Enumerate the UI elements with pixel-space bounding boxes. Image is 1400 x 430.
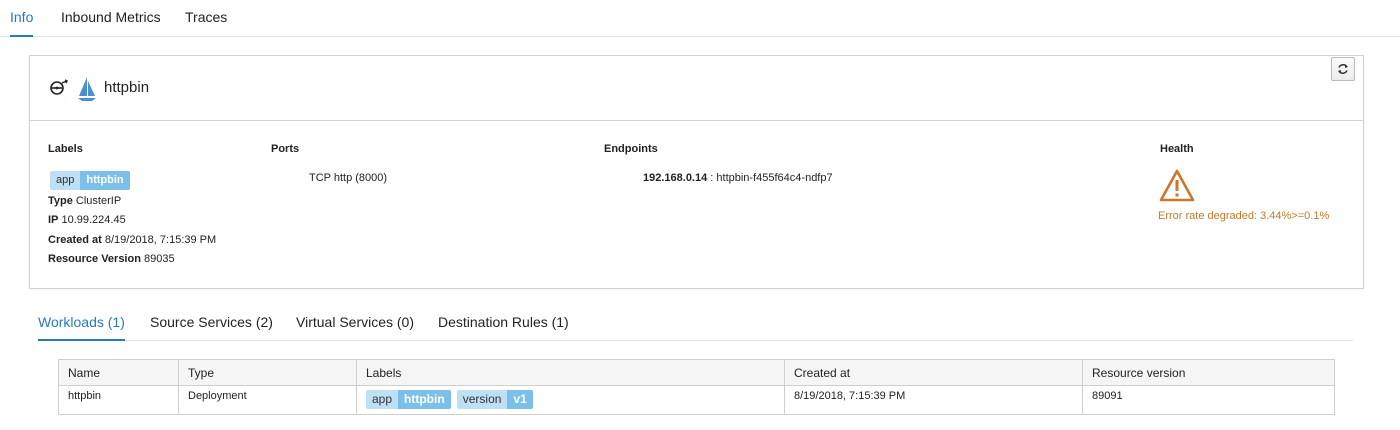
endpoint-entry: 192.168.0.14 : httpbin-f455f64c4-ndfp7 — [643, 172, 833, 184]
ip-detail: IP 10.99.224.45 — [48, 214, 126, 226]
header-resource-version[interactable]: Resource version — [1083, 360, 1335, 385]
card-header: httpbin — [30, 56, 1363, 121]
label-key: app — [366, 390, 399, 409]
label-value: v1 — [507, 390, 533, 409]
label-value: httpbin — [80, 171, 130, 190]
label-key: app — [50, 171, 81, 190]
refresh-icon — [1338, 64, 1348, 74]
detail-tab-bar: Workloads (1) Source Services (2) Virtua… — [38, 303, 1353, 341]
workload-resource-version: 89091 — [1092, 390, 1123, 402]
created-value: 8/19/2018, 7:15:39 PM — [104, 234, 217, 246]
tab-source-services[interactable]: Source Services (2) — [150, 303, 273, 341]
workload-created-at: 8/19/2018, 7:15:39 PM — [785, 386, 1083, 415]
refresh-button[interactable] — [1331, 57, 1355, 81]
workloads-table: Name Type Labels Created at Resource ver… — [58, 359, 1335, 415]
created-label: Created at — [48, 234, 102, 246]
ip-label: IP — [48, 214, 59, 226]
label-key: version — [456, 390, 508, 409]
endpoint-name: : httpbin-f455f64c4-ndfp7 — [707, 172, 833, 184]
port-entry: TCP http (8000) — [309, 172, 388, 184]
resource-version-detail: Resource Version 89035 — [48, 253, 175, 265]
workload-type: Deployment — [179, 386, 357, 415]
tab-info[interactable]: Info — [10, 0, 34, 37]
labels-heading: Labels — [48, 143, 83, 155]
type-detail: Type ClusterIP — [48, 195, 121, 207]
istio-sail-icon — [78, 77, 96, 101]
ports-heading: Ports — [271, 143, 300, 155]
resource-version-label: Resource Version — [48, 253, 141, 265]
label-chip-app: app httpbin — [366, 390, 451, 409]
table-row: httpbin Deployment app httpbin version v… — [59, 386, 1334, 415]
ip-value: 10.99.224.45 — [61, 214, 126, 226]
warning-triangle-icon — [1159, 169, 1195, 202]
table-header-row: Name Type Labels Created at Resource ver… — [59, 360, 1334, 386]
service-entry-icon — [50, 79, 68, 95]
tab-inbound-metrics[interactable]: Inbound Metrics — [61, 0, 161, 37]
type-value: ClusterIP — [75, 195, 122, 207]
top-tab-bar: Info Inbound Metrics Traces — [0, 0, 1400, 37]
tab-traces[interactable]: Traces — [185, 0, 227, 37]
header-labels[interactable]: Labels — [357, 360, 785, 385]
health-status-text: Error rate degraded: 3.44%>=0.1% — [1158, 210, 1330, 222]
created-detail: Created at 8/19/2018, 7:15:39 PM — [48, 234, 216, 246]
endpoints-heading: Endpoints — [604, 143, 658, 155]
health-heading: Health — [1160, 143, 1194, 155]
header-created-at[interactable]: Created at — [785, 360, 1083, 385]
label-chip-app: app httpbin — [50, 171, 130, 190]
resource-version-value: 89035 — [144, 253, 175, 265]
service-info-card: httpbin Labels Ports Endpoints Health ap… — [29, 55, 1364, 289]
workload-name-link[interactable]: httpbin — [59, 386, 179, 415]
label-value: httpbin — [398, 390, 451, 409]
service-name: httpbin — [104, 79, 150, 96]
workload-labels: app httpbin version v1 — [357, 386, 785, 415]
header-type[interactable]: Type — [179, 360, 357, 385]
tab-workloads[interactable]: Workloads (1) — [38, 303, 125, 341]
header-name[interactable]: Name — [59, 360, 179, 385]
tab-destination-rules[interactable]: Destination Rules (1) — [438, 303, 569, 341]
label-chip-version: version v1 — [456, 390, 533, 409]
type-label: Type — [48, 195, 73, 207]
tab-virtual-services[interactable]: Virtual Services (0) — [296, 303, 414, 341]
endpoint-ip: 192.168.0.14 — [643, 172, 708, 184]
